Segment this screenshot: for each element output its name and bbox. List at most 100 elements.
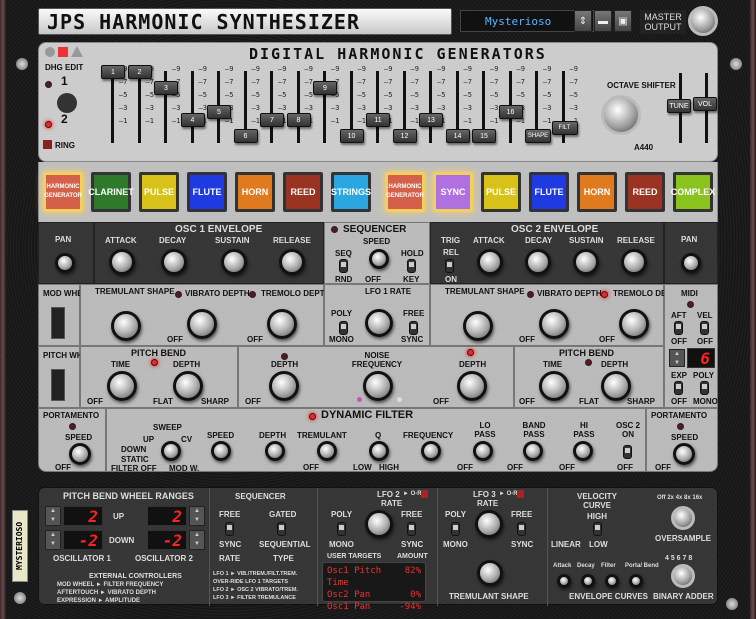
sweep-mode-knob[interactable] (161, 441, 181, 461)
aft-toggle[interactable] (674, 321, 683, 335)
osc1-wave-clarinet[interactable]: CLARINET (88, 172, 134, 212)
osc2-pan-knob[interactable] (681, 253, 701, 273)
binary-adder-knob[interactable] (671, 564, 695, 588)
lfo2-override-button[interactable] (421, 490, 428, 498)
lfo2-poly-toggle[interactable] (337, 522, 346, 536)
harmonic-slider-6[interactable]: 6 (233, 129, 258, 143)
dhg-circle-icon[interactable] (45, 47, 55, 57)
user-target-row[interactable]: Osc1 Pitch Time 82% (327, 565, 421, 589)
dhg-triangle-icon[interactable] (71, 46, 83, 57)
save-icon[interactable]: ▣ (614, 10, 632, 32)
osc2-vibrato-depth-knob[interactable] (539, 309, 569, 339)
osc2-wave-horn[interactable]: HORN (577, 172, 617, 212)
osc2-pb-time-knob[interactable] (539, 371, 569, 401)
harmonic-slider-shape[interactable]: SHAPE (525, 129, 551, 143)
harmonic-slider-2[interactable]: 2 (127, 65, 152, 79)
harmonic-slider-10[interactable]: 10 (339, 129, 364, 143)
filter-tremulant-knob[interactable] (317, 441, 337, 461)
noise-frequency-knob[interactable] (363, 371, 393, 401)
osc2-wave-pulse[interactable]: PULSE (481, 172, 521, 212)
band-pass-knob[interactable] (523, 441, 543, 461)
osc1-tremulant-shape-knob[interactable] (111, 311, 141, 341)
harmonic-slider-9[interactable]: 9 (313, 81, 337, 95)
harmonic-slider-1[interactable]: 1 (101, 65, 125, 79)
lfo3-poly-toggle[interactable] (451, 522, 460, 536)
osc2-wave-harmonic-generator[interactable]: HARMONIC GENERATOR (385, 172, 425, 212)
vol-slider[interactable]: VOL (693, 97, 717, 111)
harmonic-slider-16[interactable]: 16 (498, 105, 523, 119)
harmonic-slider-8[interactable]: 8 (286, 113, 311, 127)
lo-pass-knob[interactable] (473, 441, 493, 461)
lfo3-sync-toggle[interactable] (517, 522, 526, 536)
osc1-wave-flute[interactable]: FLUTE (187, 172, 227, 212)
lfo3-tremulant-shape-knob[interactable] (477, 560, 503, 586)
osc2-tremolo-depth-knob[interactable] (619, 309, 649, 339)
harmonic-slider-3[interactable]: 3 (154, 81, 178, 95)
osc1-wave-horn[interactable]: HORN (235, 172, 275, 212)
hi-pass-knob[interactable] (573, 441, 593, 461)
lfo3-override-button[interactable] (517, 490, 524, 498)
osc1-pan-knob[interactable] (55, 253, 75, 273)
lfo1-poly-toggle[interactable] (339, 321, 348, 335)
env-curve-portabend-knob[interactable] (629, 574, 643, 588)
osc1-noise-depth-knob[interactable] (269, 371, 299, 401)
env-curve-attack-knob[interactable] (557, 574, 571, 588)
lfo2-sync-toggle[interactable] (407, 522, 416, 536)
folder-icon[interactable]: ▬ (594, 10, 612, 32)
osc1-sustain-knob[interactable] (221, 249, 247, 275)
harmonic-slider-7[interactable]: 7 (260, 113, 284, 127)
user-target-row[interactable]: Osc1 Pan -94% (327, 601, 421, 613)
lfo1-sync-toggle[interactable] (409, 321, 418, 335)
osc2-filter-toggle[interactable] (623, 445, 632, 459)
lfo3-rate-knob[interactable] (475, 510, 503, 538)
tune-slider[interactable]: TUNE (667, 99, 691, 113)
filter-frequency-knob[interactable] (421, 441, 441, 461)
osc1-up-stepper[interactable]: ▲ ▼ (45, 506, 61, 526)
osc2-attack-knob[interactable] (477, 249, 503, 275)
lfo2-rate-knob[interactable] (365, 510, 393, 538)
osc2-tremulant-shape-knob[interactable] (463, 311, 493, 341)
osc1-decay-knob[interactable] (161, 249, 187, 275)
osc1-wave-strings[interactable]: STRINGS (331, 172, 371, 212)
env-curve-filter-knob[interactable] (605, 574, 619, 588)
oversample-knob[interactable] (671, 506, 695, 530)
osc1-tremolo-depth-knob[interactable] (267, 309, 297, 339)
patch-browse-updown-button[interactable]: ⇕ (574, 10, 592, 32)
harmonic-slider-4[interactable]: 4 (180, 113, 205, 127)
seq-type-toggle[interactable] (277, 522, 286, 536)
seq-rnd-toggle[interactable] (339, 259, 348, 273)
velocity-curve-toggle[interactable] (593, 522, 602, 536)
exp-toggle[interactable] (674, 381, 683, 395)
pitch-wheel[interactable] (51, 369, 65, 401)
harmonic-slider-filt[interactable]: FILT (551, 121, 578, 135)
filter-q-knob[interactable] (369, 441, 389, 461)
osc1-attack-knob[interactable] (109, 249, 135, 275)
harmonic-slider-11[interactable]: 11 (366, 113, 390, 127)
osc2-wave-reed[interactable]: REED (625, 172, 665, 212)
osc1-pb-time-knob[interactable] (107, 371, 137, 401)
osc1-release-knob[interactable] (279, 249, 305, 275)
osc2-sustain-knob[interactable] (573, 249, 599, 275)
osc1-wave-harmonic-generator[interactable]: HARMONIC GENERATOR (43, 172, 83, 212)
user-target-row[interactable]: Osc2 Pan 0% (327, 589, 421, 601)
dhg-bank-switch[interactable] (57, 93, 77, 113)
polyphony-updown[interactable]: ▲ ▼ (669, 349, 685, 367)
harmonic-slider-14[interactable]: 14 (445, 129, 470, 143)
osc2-decay-knob[interactable] (525, 249, 551, 275)
osc2-wave-flute[interactable]: FLUTE (529, 172, 569, 212)
harmonic-slider-13[interactable]: 13 (419, 113, 443, 127)
osc1-pb-depth-knob[interactable] (173, 371, 203, 401)
filter-speed-knob[interactable] (211, 441, 231, 461)
lfo1-rate-knob[interactable] (365, 309, 393, 337)
osc1-vibrato-depth-knob[interactable] (187, 309, 217, 339)
trig-toggle[interactable] (445, 259, 454, 273)
osc2-down-stepper[interactable]: ▲ ▼ (189, 530, 205, 550)
master-output-knob[interactable] (688, 6, 718, 36)
vel-toggle[interactable] (700, 321, 709, 335)
osc2-release-knob[interactable] (621, 249, 647, 275)
ring-button[interactable] (43, 140, 52, 149)
seq-rate-toggle[interactable] (225, 522, 234, 536)
dhg-square-icon[interactable] (58, 47, 68, 57)
osc2-noise-depth-knob[interactable] (457, 371, 487, 401)
hold-key-toggle[interactable] (407, 259, 416, 273)
